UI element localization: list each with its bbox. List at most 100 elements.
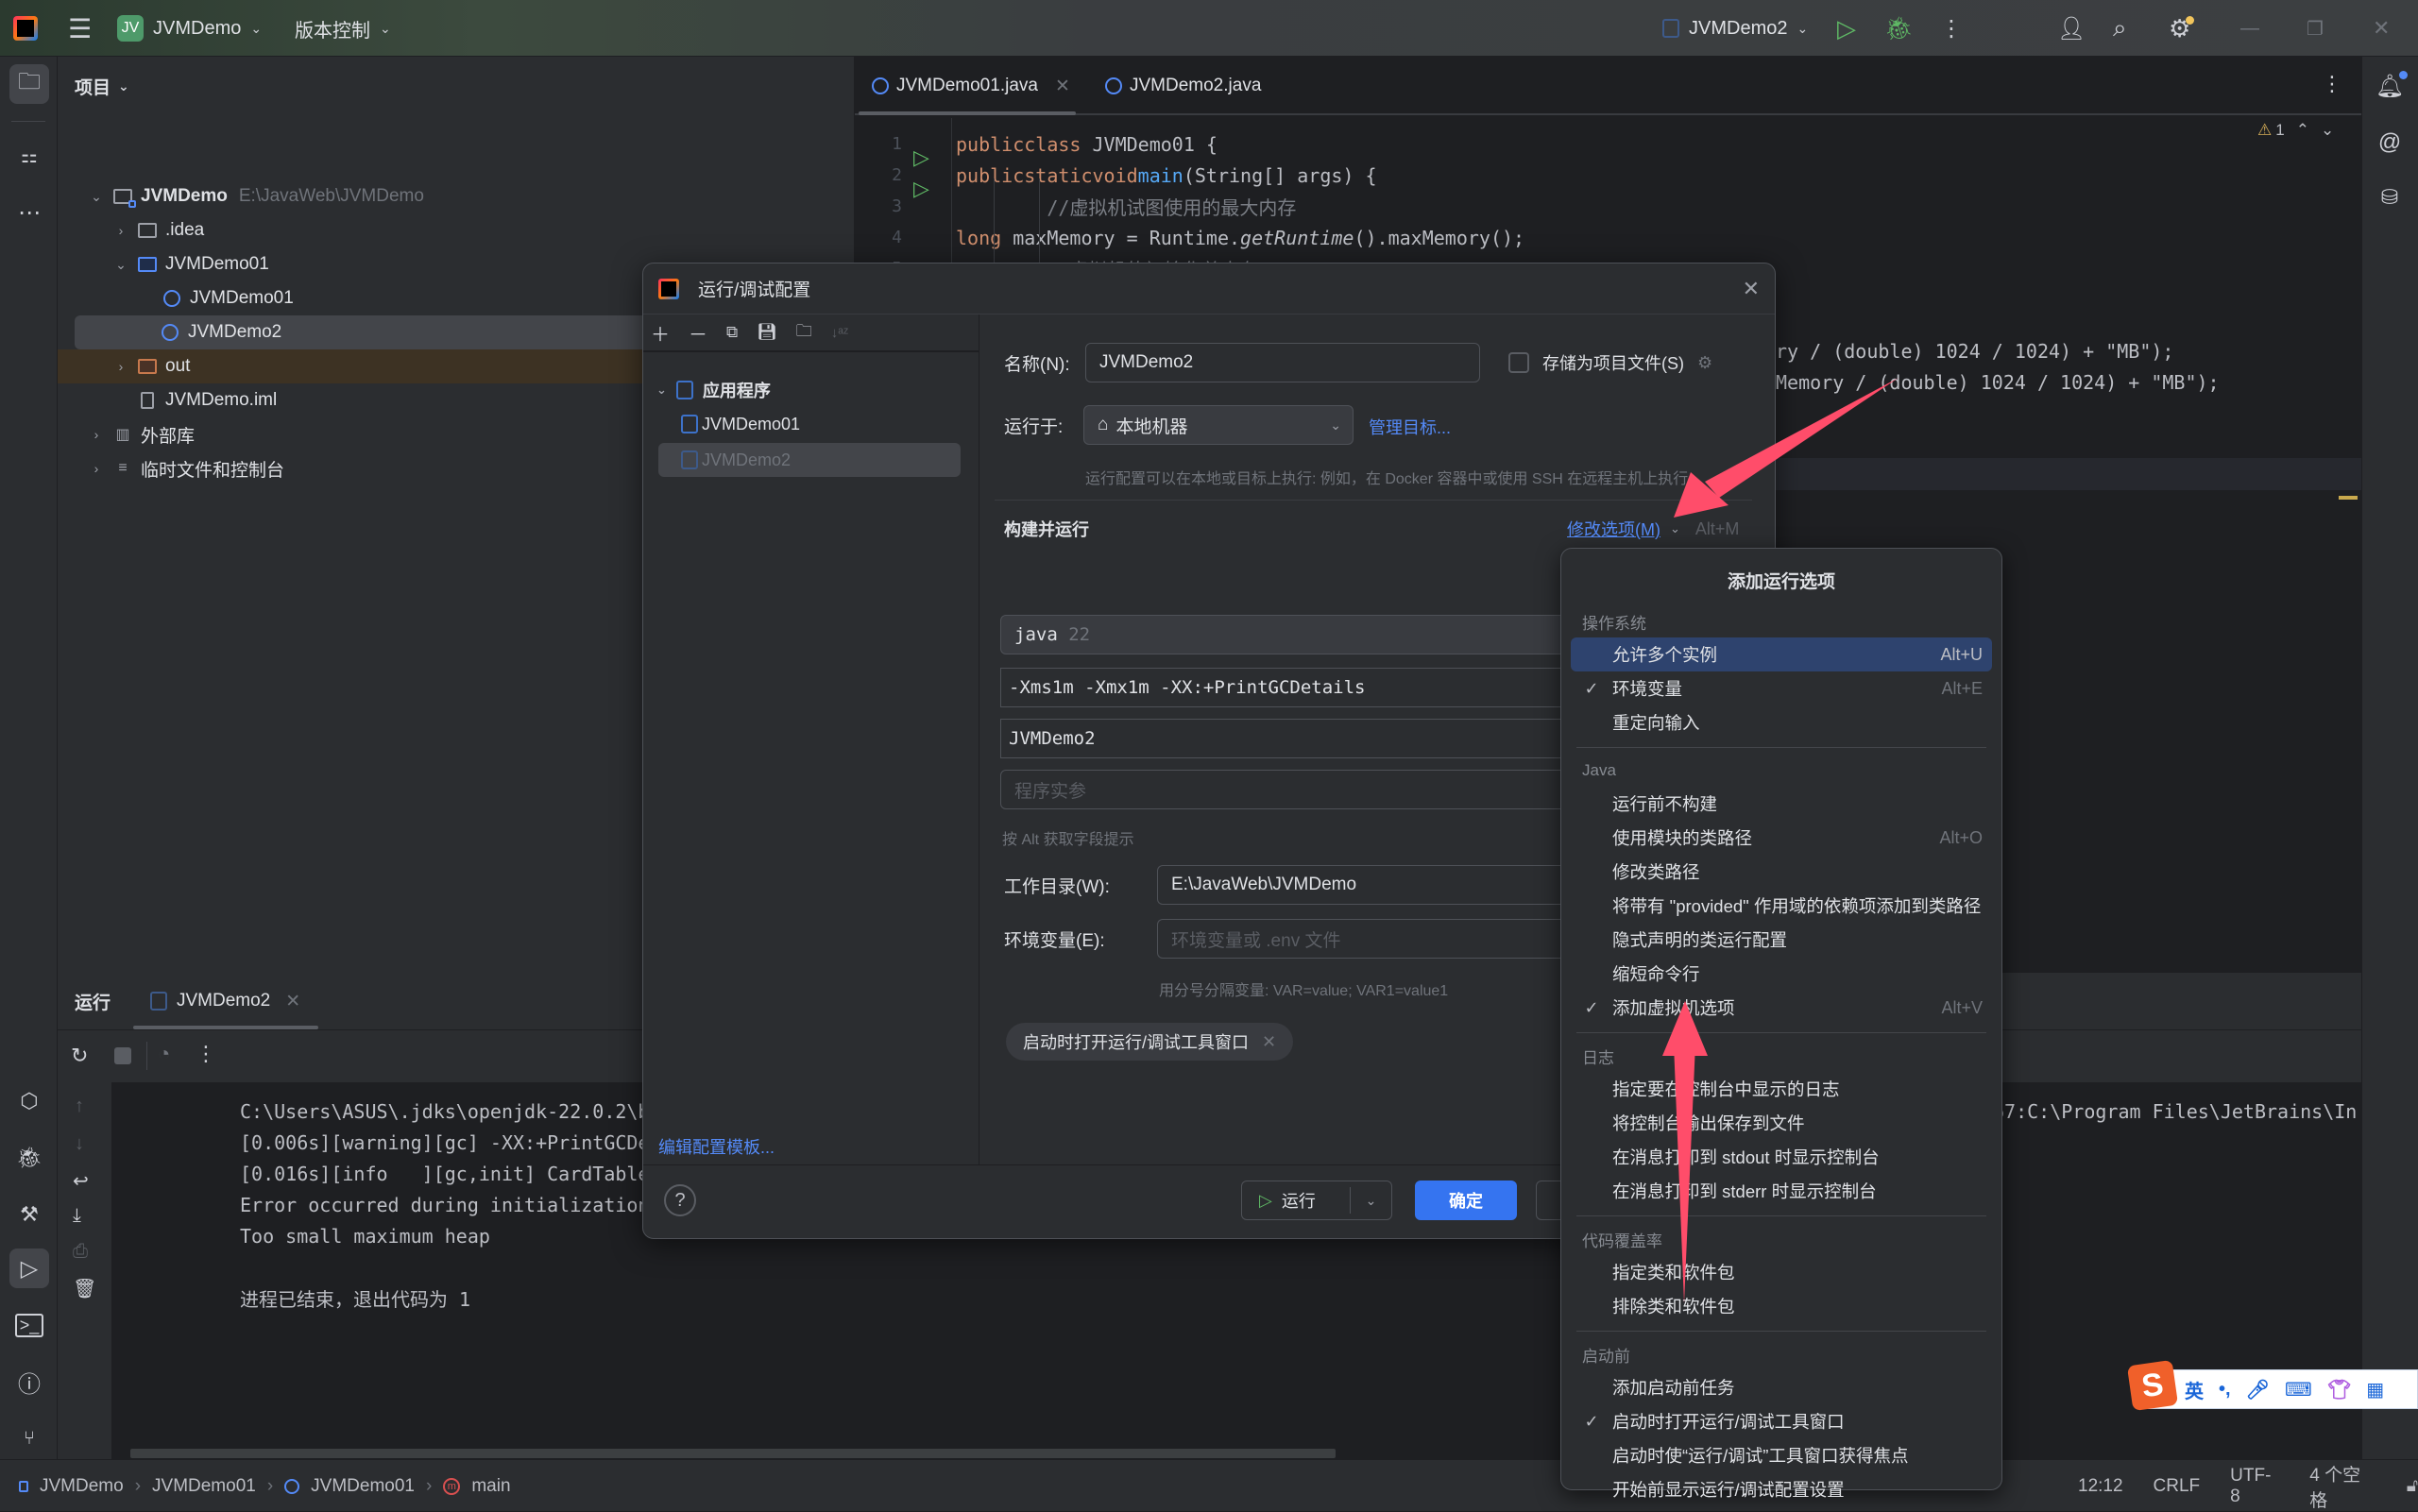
- tab-jvmdemo01-java[interactable]: JVMDemo01.java ✕: [872, 57, 1070, 115]
- git-tool-button[interactable]: ⑂: [9, 1419, 49, 1458]
- edit-configuration-templates-link[interactable]: 编辑配置模板...: [658, 1134, 775, 1159]
- terminal-tool-button[interactable]: >_: [9, 1305, 49, 1345]
- more-actions-button[interactable]: ⋮: [1940, 0, 1963, 57]
- chevron-down-icon[interactable]: ⌄: [112, 257, 129, 273]
- caret-position[interactable]: 12:12: [2078, 1476, 2123, 1497]
- print-icon[interactable]: ⎙: [73, 1241, 88, 1263]
- store-checkbox[interactable]: [1508, 352, 1529, 373]
- run-options-dropdown[interactable]: ⌄: [1351, 1193, 1391, 1209]
- keyboard-icon[interactable]: ⌨: [2285, 1378, 2312, 1402]
- popup-menu-item[interactable]: 隐式声明的类运行配置: [1571, 923, 1992, 957]
- popup-menu-item[interactable]: 指定要在控制台中显示的日志: [1571, 1072, 1992, 1106]
- run-tab-jvmdemo2[interactable]: JVMDemo2 ✕: [150, 973, 300, 1029]
- remove-icon[interactable]: －: [689, 319, 707, 347]
- project-tool-button[interactable]: 🗀: [9, 64, 49, 104]
- database-button[interactable]: ⛁: [2370, 178, 2409, 217]
- unlock-icon[interactable]: 🔓︎: [2407, 1476, 2418, 1497]
- popup-menu-item[interactable]: 启动时使“运行/调试”工具窗口获得焦点: [1571, 1438, 1992, 1472]
- project-view-selector[interactable]: 项目 ⌄: [75, 74, 129, 99]
- breadcrumb-item[interactable]: main: [471, 1476, 510, 1497]
- popup-menu-item[interactable]: 运行前不构建: [1571, 787, 1992, 821]
- ai-assistant-button[interactable]: @: [2370, 123, 2409, 162]
- breadcrumb-item[interactable]: JVMDemo01: [311, 1476, 415, 1497]
- arrow-up-icon[interactable]: ↑: [75, 1096, 84, 1117]
- more-vertical-icon[interactable]: ⋮: [196, 1042, 216, 1066]
- popup-menu-item[interactable]: 开始前显示运行/调试配置设置: [1571, 1472, 1992, 1506]
- popup-menu-item[interactable]: 将带有 "provided" 作用域的依赖项添加到类路径: [1571, 889, 1992, 923]
- popup-menu-item[interactable]: 指定类和软件包: [1571, 1255, 1992, 1289]
- services-tool-button[interactable]: ⬡: [9, 1081, 49, 1121]
- chevron-right-icon[interactable]: ›: [112, 223, 129, 238]
- run-tool-button[interactable]: ▷: [9, 1249, 49, 1288]
- soft-wrap-icon[interactable]: ↩: [73, 1169, 89, 1193]
- project-switcher[interactable]: JV JVMDemo ⌄: [117, 0, 262, 57]
- skin-icon[interactable]: 👕︎: [2327, 1378, 2351, 1402]
- popup-menu-item[interactable]: 修改类路径: [1571, 855, 1992, 889]
- popup-menu-item[interactable]: 在消息打印到 stdout 时显示控制台: [1571, 1140, 1992, 1174]
- file-encoding[interactable]: UTF-8: [2230, 1466, 2279, 1507]
- build-tool-button[interactable]: ⚒: [9, 1195, 49, 1234]
- next-highlight-icon[interactable]: ⌄: [2321, 121, 2334, 140]
- vcs-menu[interactable]: 版本控制 ⌄: [295, 0, 391, 57]
- popup-menu-item[interactable]: 将控制台输出保存到文件: [1571, 1106, 1992, 1140]
- run-button[interactable]: ▷ 运行: [1242, 1181, 1350, 1219]
- close-tab-icon[interactable]: ✕: [285, 991, 300, 1012]
- close-dialog-button[interactable]: ✕: [1743, 277, 1760, 301]
- problems-tool-button[interactable]: ⓘ: [9, 1362, 49, 1402]
- more-tools-button[interactable]: ⋯: [9, 193, 49, 232]
- main-menu-button[interactable]: ☰: [68, 0, 92, 57]
- microphone-icon[interactable]: 🎤︎: [2246, 1378, 2270, 1402]
- stop-icon[interactable]: [114, 1047, 131, 1064]
- modify-options-button[interactable]: 修改选项(M) ⌄ Alt+M: [1567, 517, 1739, 541]
- breadcrumb-item[interactable]: JVMDemo: [40, 1476, 124, 1497]
- scroll-to-end-icon[interactable]: ⤓: [73, 1205, 81, 1227]
- copy-icon[interactable]: ⧉: [726, 323, 738, 342]
- project-tree-item[interactable]: ⌄ JVMDemo E:\JavaWeb\JVMDemo: [77, 179, 854, 213]
- name-field[interactable]: JVMDemo2: [1085, 343, 1480, 382]
- indent-setting[interactable]: 4 个空格: [2309, 1461, 2375, 1512]
- ime-mode[interactable]: 英: [2185, 1376, 2204, 1403]
- add-icon[interactable]: ＋: [651, 319, 670, 347]
- popup-menu-item[interactable]: 排除类和软件包: [1571, 1289, 1992, 1323]
- tab-options-button[interactable]: ⋮: [2322, 72, 2342, 96]
- popup-menu-item[interactable]: 在消息打印到 stderr 时显示控制台: [1571, 1174, 1992, 1208]
- notifications-button[interactable]: 🔔︎: [2370, 66, 2409, 106]
- profiler-icon[interactable]: ◔: [158, 1042, 170, 1066]
- rerun-icon[interactable]: ↻: [71, 1044, 88, 1068]
- ime-punctuation[interactable]: •,: [2219, 1379, 2231, 1401]
- run-config-selector[interactable]: JVMDemo2 ⌄: [1662, 0, 1808, 57]
- tree-group-application[interactable]: ⌄ 应用程序: [656, 373, 771, 407]
- line-separator[interactable]: CRLF: [2154, 1476, 2201, 1497]
- structure-tool-button[interactable]: ⚏: [9, 136, 49, 176]
- manage-targets-link[interactable]: 管理目标...: [1369, 415, 1451, 439]
- close-tab-icon[interactable]: ✕: [1055, 76, 1070, 97]
- sort-icon[interactable]: ↓ᵃᶻ: [831, 325, 848, 341]
- popup-menu-item[interactable]: 重定向输入: [1571, 705, 1992, 739]
- help-button[interactable]: ?: [664, 1184, 696, 1216]
- popup-menu-item[interactable]: ✓ 添加虚拟机选项 Alt+V: [1571, 991, 1992, 1025]
- run-on-dropdown[interactable]: ⌂ 本地机器 ⌄: [1083, 405, 1354, 445]
- minimize-button[interactable]: —: [2240, 0, 2259, 57]
- popup-menu-item[interactable]: ✓ 启动时打开运行/调试工具窗口: [1571, 1404, 1992, 1438]
- new-folder-icon[interactable]: 🗀: [796, 319, 812, 347]
- chevron-right-icon[interactable]: ›: [88, 461, 105, 476]
- store-as-project-file[interactable]: 存储为项目文件(S) ⚙: [1508, 343, 1712, 382]
- popup-menu-item[interactable]: 使用模块的类路径 Alt+O: [1571, 821, 1992, 855]
- horizontal-scrollbar[interactable]: [130, 1449, 1336, 1458]
- run-gutter-icon[interactable]: ▷: [913, 147, 934, 168]
- run-gutter-icon[interactable]: ▷: [913, 178, 934, 199]
- close-window-button[interactable]: ✕: [2373, 0, 2390, 57]
- tab-jvmdemo2-java[interactable]: JVMDemo2.java: [1105, 57, 1261, 115]
- save-icon[interactable]: 💾︎: [757, 323, 777, 342]
- breadcrumb-item[interactable]: JVMDemo01: [152, 1476, 256, 1497]
- popup-menu-item[interactable]: ✓ 环境变量 Alt+E: [1571, 671, 1992, 705]
- debug-button[interactable]: 🐞︎: [1884, 0, 1913, 57]
- inspection-widget[interactable]: ⚠ 1 ⌃ ⌄: [2257, 121, 2334, 140]
- toolbox-icon[interactable]: ▦: [2366, 1378, 2384, 1402]
- tree-item-jvmdemo01[interactable]: JVMDemo01: [681, 407, 800, 441]
- previous-highlight-icon[interactable]: ⌃: [2296, 121, 2309, 140]
- chevron-down-icon[interactable]: ⌄: [88, 189, 105, 205]
- gear-icon[interactable]: ⚙: [1697, 353, 1712, 373]
- code-with-me-button[interactable]: 👤︎: [2057, 0, 2086, 57]
- remove-chip-icon[interactable]: ✕: [1262, 1032, 1276, 1052]
